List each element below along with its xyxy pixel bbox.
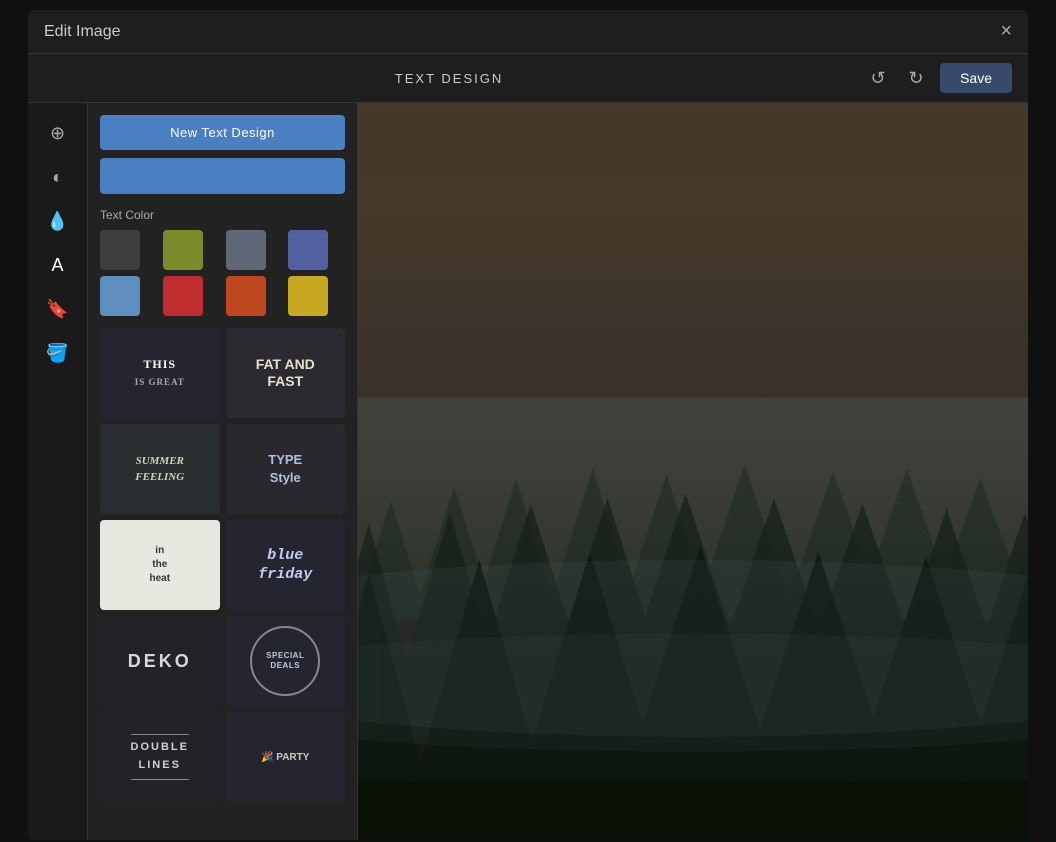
style-thumb-10[interactable]: 🎉 PARTY bbox=[226, 712, 346, 802]
left-panel: New Text Design Text Color bbox=[88, 103, 358, 840]
style-label-10: 🎉 PARTY bbox=[257, 746, 313, 769]
style-label-4: TYPEStyle bbox=[264, 447, 306, 491]
paint-icon[interactable]: 🪣 bbox=[40, 335, 76, 371]
color-swatch-sky-blue[interactable] bbox=[100, 276, 140, 316]
style-label-9: DOUBLELINES bbox=[131, 734, 189, 779]
style-thumb-8[interactable]: SPECIALDEALS bbox=[226, 616, 346, 706]
style-label-2: FAT ANDFAST bbox=[252, 352, 319, 394]
color-swatch-blue-gray[interactable] bbox=[288, 230, 328, 270]
color-swatch-orange-red[interactable] bbox=[226, 276, 266, 316]
style-thumb-5[interactable]: intheheat bbox=[100, 520, 220, 610]
toolbar: TEXT DESIGN ↺ ↻ Save bbox=[28, 54, 1028, 103]
modal-header: Edit Image × bbox=[28, 10, 1028, 54]
forest-scene bbox=[358, 103, 1028, 840]
style-thumb-3[interactable]: SUMMERFEELING bbox=[100, 424, 220, 514]
style-thumb-1[interactable]: THISIS GREAT bbox=[100, 328, 220, 418]
text-color-label: Text Color bbox=[100, 208, 345, 222]
style-label-7: DEKO bbox=[124, 647, 196, 676]
save-button[interactable]: Save bbox=[940, 63, 1012, 93]
style-label-6: bluefriday bbox=[254, 542, 316, 589]
new-text-design-button[interactable]: New Text Design bbox=[100, 115, 345, 150]
style-label-3: SUMMERFEELING bbox=[131, 449, 188, 490]
style-thumb-9[interactable]: DOUBLELINES bbox=[100, 712, 220, 802]
undo-button[interactable]: ↺ bbox=[862, 62, 894, 94]
color-grid bbox=[100, 230, 345, 316]
modal-title: Edit Image bbox=[44, 23, 120, 41]
section-title: TEXT DESIGN bbox=[44, 71, 854, 86]
color-swatch-red[interactable] bbox=[163, 276, 203, 316]
style-grid: THISIS GREAT FAT ANDFAST SUMME bbox=[100, 328, 345, 802]
undo-redo-group: ↺ ↻ bbox=[862, 62, 932, 94]
style-thumb-7[interactable]: DEKO bbox=[100, 616, 220, 706]
text-color-section: Text Color bbox=[100, 208, 345, 316]
brightness-icon[interactable]: ◐ bbox=[40, 159, 76, 195]
modal-overlay: Edit Image × TEXT DESIGN ↺ ↻ Save ⊕ ◐ 💧 … bbox=[0, 0, 1056, 842]
canvas-area bbox=[358, 103, 1028, 840]
style-label-1: THISIS GREAT bbox=[131, 352, 189, 394]
style-label-5: intheheat bbox=[145, 540, 174, 590]
icon-rail: ⊕ ◐ 💧 A 🔖 🪣 bbox=[28, 103, 88, 840]
bookmark-icon[interactable]: 🔖 bbox=[40, 291, 76, 327]
modal-body: ⊕ ◐ 💧 A 🔖 🪣 New Text Design Text Color bbox=[28, 103, 1028, 840]
edit-image-modal: Edit Image × TEXT DESIGN ↺ ↻ Save ⊕ ◐ 💧 … bbox=[28, 10, 1028, 840]
style-thumb-6[interactable]: bluefriday bbox=[226, 520, 346, 610]
close-button[interactable]: × bbox=[1000, 20, 1012, 43]
color-swatch-dark-gray[interactable] bbox=[100, 230, 140, 270]
crop-icon[interactable]: ⊕ bbox=[40, 115, 76, 151]
color-swatch-slate-gray[interactable] bbox=[226, 230, 266, 270]
panel-content: New Text Design Text Color bbox=[88, 103, 357, 840]
contrast-icon[interactable]: 💧 bbox=[40, 203, 76, 239]
color-swatch-gold[interactable] bbox=[288, 276, 328, 316]
style-thumb-2[interactable]: FAT ANDFAST bbox=[226, 328, 346, 418]
canvas-image bbox=[358, 103, 1028, 840]
redo-button[interactable]: ↻ bbox=[900, 62, 932, 94]
style-thumb-4[interactable]: TYPEStyle bbox=[226, 424, 346, 514]
color-swatch-olive-green[interactable] bbox=[163, 230, 203, 270]
text-icon[interactable]: A bbox=[40, 247, 76, 283]
style-label-8: SPECIALDEALS bbox=[266, 651, 304, 672]
text-input-bar[interactable] bbox=[100, 158, 345, 194]
